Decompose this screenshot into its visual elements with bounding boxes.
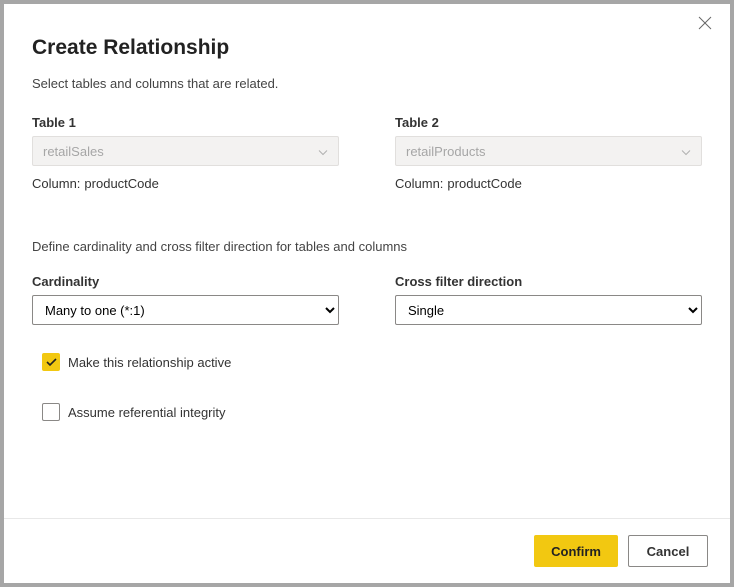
checkbox-active-row: Make this relationship active (42, 353, 702, 371)
chevron-down-icon (318, 144, 328, 159)
table2-column-value: productCode (447, 176, 521, 191)
dialog-title: Create Relationship (32, 36, 702, 60)
checkbox-active-label: Make this relationship active (68, 355, 231, 370)
cardinality-label: Cardinality (32, 274, 339, 289)
table1-column-line: Column: productCode (32, 176, 339, 191)
dialog-subtitle: Select tables and columns that are relat… (32, 76, 702, 91)
close-button[interactable] (698, 16, 716, 34)
table2-column-line: Column: productCode (395, 176, 702, 191)
crossfilter-label: Cross filter direction (395, 274, 702, 289)
confirm-button[interactable]: Confirm (534, 535, 618, 567)
table2-column-label: Column: (395, 176, 443, 191)
section2-text: Define cardinality and cross filter dire… (32, 239, 702, 254)
table2-label: Table 2 (395, 115, 702, 130)
dialog-footer: Confirm Cancel (4, 518, 730, 583)
checkbox-referential-label: Assume referential integrity (68, 405, 226, 420)
checkbox-referential[interactable] (42, 403, 60, 421)
cardinality-select[interactable]: Many to one (*:1) (32, 295, 339, 325)
cardinality-column: Cardinality Many to one (*:1) (32, 274, 339, 325)
cancel-button[interactable]: Cancel (628, 535, 708, 567)
table1-select[interactable]: retailSales (32, 136, 339, 166)
close-icon (698, 16, 712, 30)
table1-label: Table 1 (32, 115, 339, 130)
crossfilter-select[interactable]: Single (395, 295, 702, 325)
checkbox-referential-row: Assume referential integrity (42, 403, 702, 421)
crossfilter-column: Cross filter direction Single (395, 274, 702, 325)
dialog-body: Create Relationship Select tables and co… (4, 4, 730, 518)
cardinality-row: Cardinality Many to one (*:1) Cross filt… (32, 274, 702, 325)
table1-column: Table 1 retailSales Column: productCode (32, 115, 339, 191)
table1-selected-value: retailSales (43, 144, 104, 159)
checkbox-active[interactable] (42, 353, 60, 371)
table2-column: Table 2 retailProducts Column: productCod… (395, 115, 702, 191)
chevron-down-icon (681, 144, 691, 159)
table2-selected-value: retailProducts (406, 144, 485, 159)
table1-column-label: Column: (32, 176, 80, 191)
tables-row: Table 1 retailSales Column: productCode T… (32, 115, 702, 191)
check-icon (45, 356, 58, 369)
table1-column-value: productCode (84, 176, 158, 191)
table2-select[interactable]: retailProducts (395, 136, 702, 166)
create-relationship-dialog: Create Relationship Select tables and co… (0, 0, 734, 587)
